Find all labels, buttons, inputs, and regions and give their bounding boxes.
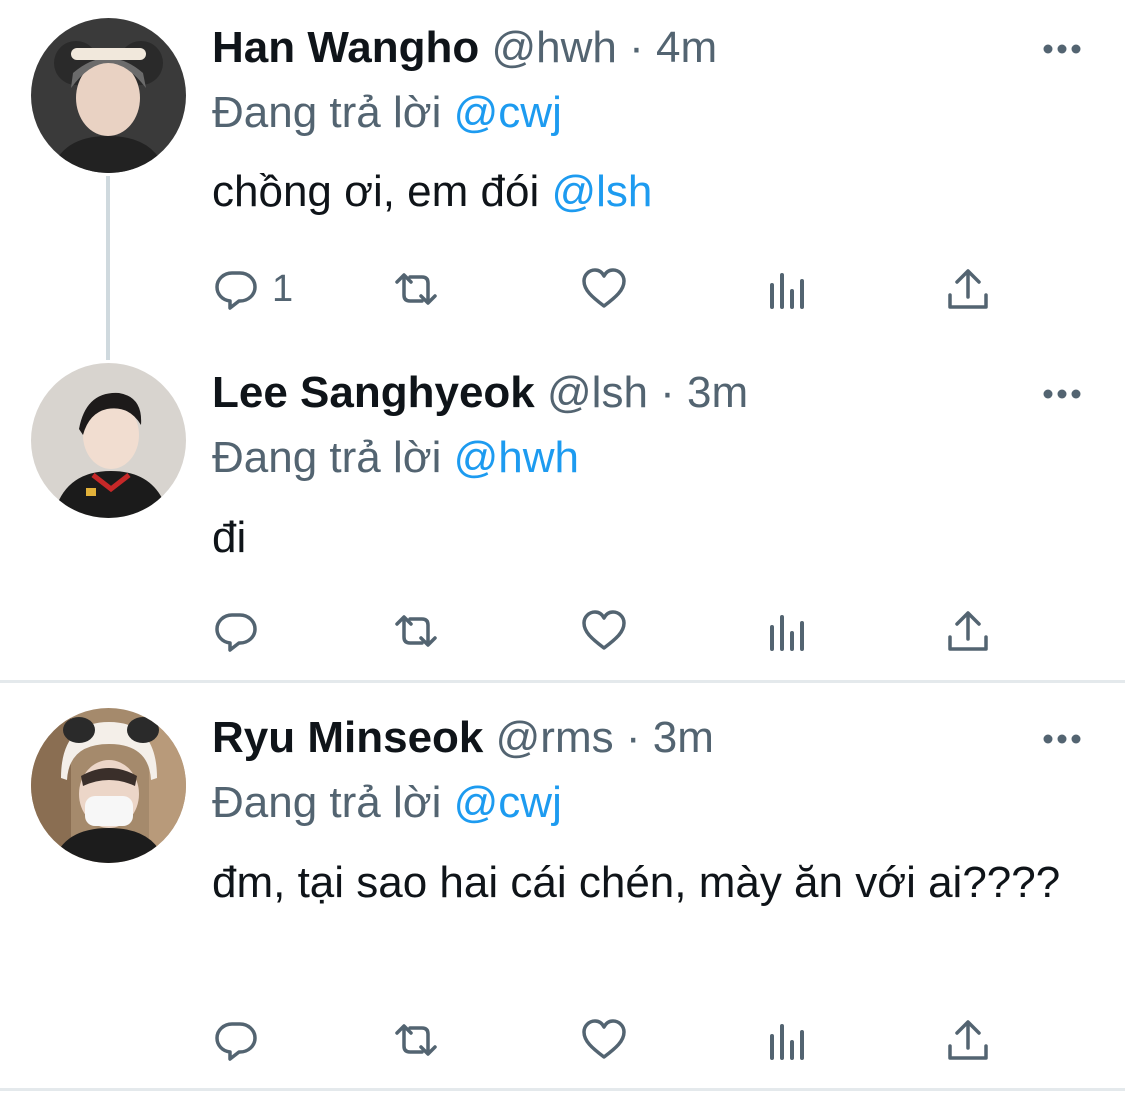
reply-icon bbox=[215, 613, 257, 652]
reply-button[interactable] bbox=[212, 606, 260, 656]
separator: · bbox=[613, 713, 653, 762]
retweet-icon bbox=[395, 615, 437, 647]
replying-to: Đang trả lời @cwj bbox=[212, 777, 562, 829]
timestamp[interactable]: 3m bbox=[653, 713, 714, 762]
replying-to: Đang trả lời @hwh bbox=[212, 432, 579, 484]
avatar[interactable] bbox=[31, 363, 186, 518]
avatar[interactable] bbox=[31, 708, 186, 863]
action-bar bbox=[212, 606, 1012, 656]
handle[interactable]: @rms bbox=[496, 713, 614, 762]
tweet-text: đm, tại sao hai cái chén, mày ăn với ai?… bbox=[212, 851, 1092, 915]
like-button[interactable] bbox=[580, 1015, 628, 1065]
reply-icon bbox=[215, 1022, 257, 1061]
more-icon[interactable] bbox=[1040, 387, 1084, 401]
handle[interactable]: @lsh bbox=[547, 368, 648, 417]
tweet-text-main: đi bbox=[212, 513, 247, 562]
views-button[interactable] bbox=[764, 606, 812, 656]
like-button[interactable] bbox=[580, 606, 628, 656]
display-name[interactable]: Lee Sanghyeok bbox=[212, 368, 535, 417]
share-button[interactable] bbox=[944, 606, 992, 656]
tweet-header: Ryu Minseok @rms · 3m bbox=[212, 712, 714, 764]
replying-label: Đang trả lời bbox=[212, 433, 454, 482]
tweet-text-main: đm, tại sao hai cái chén, mày ăn với ai?… bbox=[212, 858, 1061, 907]
views-button[interactable] bbox=[764, 1015, 812, 1065]
share-button[interactable] bbox=[944, 1015, 992, 1065]
share-icon bbox=[948, 611, 988, 651]
views-icon bbox=[770, 1024, 804, 1060]
heart-icon bbox=[582, 610, 626, 650]
retweet-icon bbox=[395, 1024, 437, 1056]
more-icon[interactable] bbox=[1040, 732, 1084, 746]
tweet-header: Lee Sanghyeok @lsh · 3m bbox=[212, 367, 748, 419]
retweet-button[interactable] bbox=[392, 606, 440, 656]
retweet-button[interactable] bbox=[392, 1015, 440, 1065]
action-bar bbox=[212, 1015, 1012, 1065]
tweet[interactable]: Lee Sanghyeok @lsh · 3m Đang trả lời @hw… bbox=[0, 0, 1125, 680]
share-icon bbox=[948, 1020, 988, 1060]
tweet-divider bbox=[0, 1088, 1125, 1091]
display-name[interactable]: Ryu Minseok bbox=[212, 713, 483, 762]
replying-mention[interactable]: @cwj bbox=[454, 778, 562, 827]
separator: · bbox=[647, 368, 688, 417]
tweet[interactable]: Ryu Minseok @rms · 3m Đang trả lời @cwj … bbox=[0, 683, 1125, 1088]
replying-mention[interactable]: @hwh bbox=[454, 433, 579, 482]
tweet-text: đi bbox=[212, 506, 1092, 570]
views-icon bbox=[770, 615, 804, 651]
replying-label: Đang trả lời bbox=[212, 778, 454, 827]
reply-button[interactable] bbox=[212, 1015, 260, 1065]
heart-icon bbox=[582, 1019, 626, 1059]
timestamp[interactable]: 3m bbox=[687, 368, 748, 417]
